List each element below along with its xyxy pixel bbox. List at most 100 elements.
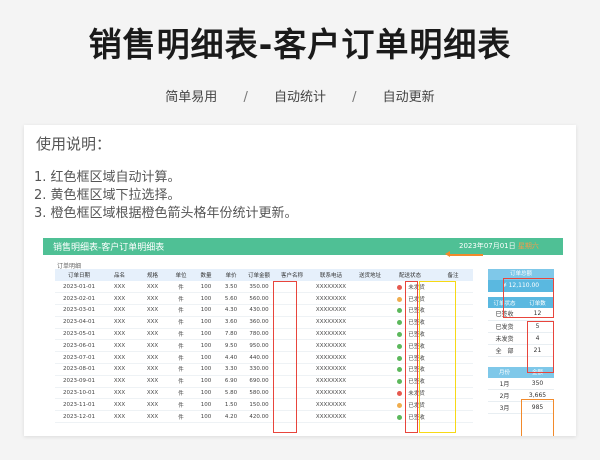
table-cell: 2月: [488, 389, 521, 402]
table-cell: [353, 363, 387, 376]
table-cell: 3.50: [219, 281, 243, 294]
status-cell[interactable]: 已签收: [387, 351, 433, 365]
status-dot-icon: [397, 284, 403, 290]
table-cell: XXX: [136, 398, 169, 412]
instruction-item: 1. 红色框区域自动计算。: [34, 170, 181, 185]
status-text: 已签收: [408, 414, 425, 421]
table-cell: XXXXXXXX: [309, 281, 353, 294]
table-cell: 5: [521, 320, 554, 333]
table-cell: [353, 351, 387, 365]
sheet-date[interactable]: 2023年07月01日 星期六: [459, 241, 539, 251]
table-cell: [353, 304, 387, 317]
table-cell: 580.00: [243, 387, 275, 400]
table-header-row: 月份 金额: [488, 366, 554, 378]
table-cell: [353, 375, 387, 388]
status-cell[interactable]: 已发货: [387, 292, 433, 306]
table-cell: [353, 328, 387, 341]
table-cell: [275, 387, 309, 400]
table-cell: 360.00: [243, 316, 275, 329]
table-cell: 2023-11-01: [55, 398, 103, 412]
table-cell: 1.50: [219, 398, 243, 412]
table-cell: 5.80: [219, 387, 243, 400]
status-cell[interactable]: 已签收: [387, 410, 433, 424]
status-cell[interactable]: 已发货: [387, 398, 433, 412]
table-cell: XXXXXXXX: [309, 351, 353, 365]
page-title: 销售明细表-客户订单明细表: [88, 25, 512, 64]
table-cell: [353, 292, 387, 306]
status-cell[interactable]: 已签收: [387, 304, 433, 317]
table-cell: XXXXXXXX: [309, 387, 353, 400]
status-cell[interactable]: 已签收: [387, 375, 433, 388]
table-cell: [275, 375, 309, 388]
column-header: 送货地址: [353, 269, 387, 281]
table-cell: [353, 281, 387, 294]
table-cell: [433, 316, 473, 329]
monthly-amount-table: 月份 金额 1月 350 2月 3,665 3月 985: [488, 366, 554, 414]
column-header: 规格: [136, 269, 169, 281]
feature-separator: /: [243, 90, 248, 105]
feature-tags: 简单易用 / 自动统计 / 自动更新: [0, 86, 600, 105]
table-cell: 2023-04-01: [55, 316, 103, 329]
table-cell: XXX: [136, 328, 169, 341]
table-cell: [275, 304, 309, 317]
status-cell[interactable]: 已签收: [387, 328, 433, 341]
table-cell: XXX: [136, 281, 169, 294]
table-cell: 件: [169, 363, 193, 376]
summary-panel: 订单总额 ¥ 12,110.00 订单状态 订单数 已签收 12 已发货 5 未发货 4 全…: [488, 269, 554, 414]
table-row: 2023-01-01 XXX XXX 件 100 3.50 350.00 XXXXXXXX 未发…: [55, 281, 473, 294]
table-body: 2023-01-01 XXX XXX 件 100 3.50 350.00 XXXXXXXX 未发…: [55, 281, 473, 424]
column-header: 联系电话: [309, 269, 353, 281]
status-cell[interactable]: 未发货: [387, 281, 433, 294]
total-label: 订单总额: [488, 269, 554, 280]
status-cell[interactable]: 已签收: [387, 363, 433, 376]
table-cell: 2023-05-01: [55, 328, 103, 341]
status-dot-icon: [397, 308, 403, 314]
table-cell: [433, 387, 473, 400]
table-cell: 690.00: [243, 375, 275, 388]
feature-easy: 简单易用: [165, 90, 218, 105]
table-cell: XXXXXXXX: [309, 410, 353, 424]
table-cell: 件: [169, 304, 193, 317]
status-count-table: 订单状态 订单数 已签收 12 已发货 5 未发货 4 全 部 21: [488, 297, 554, 357]
table-cell: [275, 292, 309, 306]
status-cell[interactable]: 未发货: [387, 387, 433, 400]
status-text: 已签收: [408, 308, 425, 315]
table-cell: [275, 398, 309, 412]
table-cell: 2023-07-01: [55, 351, 103, 365]
table-cell: XXX: [103, 363, 136, 376]
total-value: ¥ 12,110.00: [488, 280, 554, 292]
table-row: 1月 350: [488, 377, 554, 390]
table-cell: 100: [193, 363, 219, 376]
status-dot-icon: [397, 355, 403, 361]
table-cell: 4.20: [219, 410, 243, 424]
sheet-date-value: 2023年07月01日: [459, 242, 516, 250]
table-cell: 100: [193, 387, 219, 400]
status-cell[interactable]: 已签收: [387, 339, 433, 353]
table-cell: XXX: [103, 398, 136, 412]
table-cell: 350: [521, 377, 554, 390]
table-cell: XXX: [103, 292, 136, 306]
table-cell: 件: [169, 410, 193, 424]
table-row: 未发货 4: [488, 332, 554, 345]
table-cell: 9.50: [219, 339, 243, 353]
table-cell: [275, 328, 309, 341]
table-cell: 7.80: [219, 328, 243, 341]
table-cell: 3,665: [521, 389, 554, 402]
table-cell: XXXXXXXX: [309, 316, 353, 329]
table-cell: XXX: [103, 304, 136, 317]
table-row: 2023-08-01 XXX XXX 件 100 3.30 330.00 XXXXXXXX 已签…: [55, 363, 473, 376]
table-cell: 件: [169, 387, 193, 400]
sheet-header: 销售明细表-客户订单明细表 2023年07月01日 星期六: [43, 238, 563, 255]
status-cell[interactable]: 已签收: [387, 316, 433, 329]
table-cell: [433, 339, 473, 353]
table-row: 已发货 5: [488, 320, 554, 333]
table-cell: 440.00: [243, 351, 275, 365]
table-header-row: 订单日期 品名 规格 单位 数量 单价 订单金额 客户名称 联系电话 送货地址 配送状态 备注: [55, 269, 473, 281]
table-cell: XXX: [103, 387, 136, 400]
table-cell: 3.30: [219, 363, 243, 376]
table-cell: XXX: [136, 410, 169, 424]
table-cell: XXXXXXXX: [309, 292, 353, 306]
table-cell: XXXXXXXX: [309, 398, 353, 412]
column-header: 数量: [193, 269, 219, 281]
table-cell: XXX: [103, 375, 136, 388]
